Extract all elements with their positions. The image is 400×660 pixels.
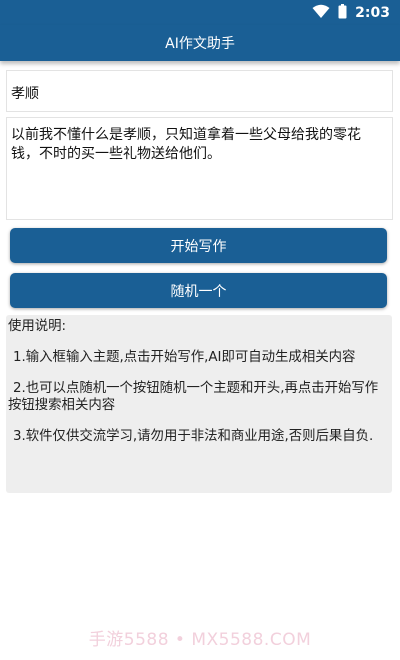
essay-content-field[interactable]: 以前我不懂什么是孝顺，只知道拿着一些父母给我的零花钱，不时的买一些礼物送给他们。 xyxy=(6,117,393,220)
instructions-title: 使用说明: xyxy=(8,319,67,334)
instruction-item: 3.软件仅供交流学习,请勿用于非法和商业用途,否则后果自负. xyxy=(13,429,374,444)
instruction-item: 1.输入框输入主题,点击开始写作,AI即可自动生成相关内容 xyxy=(13,350,356,365)
app-bar: AI作文助手 xyxy=(0,25,400,61)
status-icons: 2:03 xyxy=(312,3,390,23)
random-one-button[interactable]: 随机一个 xyxy=(10,273,387,308)
status-time: 2:03 xyxy=(355,5,390,21)
wifi-icon xyxy=(312,4,330,23)
instruction-item: 2.也可以点随机一个按钮随机一个主题和开头,再点击开始写作按钮搜索相关内容 xyxy=(8,381,379,413)
watermark: 手游5588 • MX5588.COM xyxy=(88,630,312,650)
status-bar: 2:03 xyxy=(0,0,400,25)
instructions-panel: 使用说明: 1.输入框输入主题,点击开始写作,AI即可自动生成相关内容 2.也可… xyxy=(6,315,392,493)
start-writing-button[interactable]: 开始写作 xyxy=(10,228,387,263)
app-title: AI作文助手 xyxy=(165,36,235,52)
topic-input[interactable]: 孝顺 xyxy=(6,70,393,112)
battery-icon xyxy=(338,3,347,23)
